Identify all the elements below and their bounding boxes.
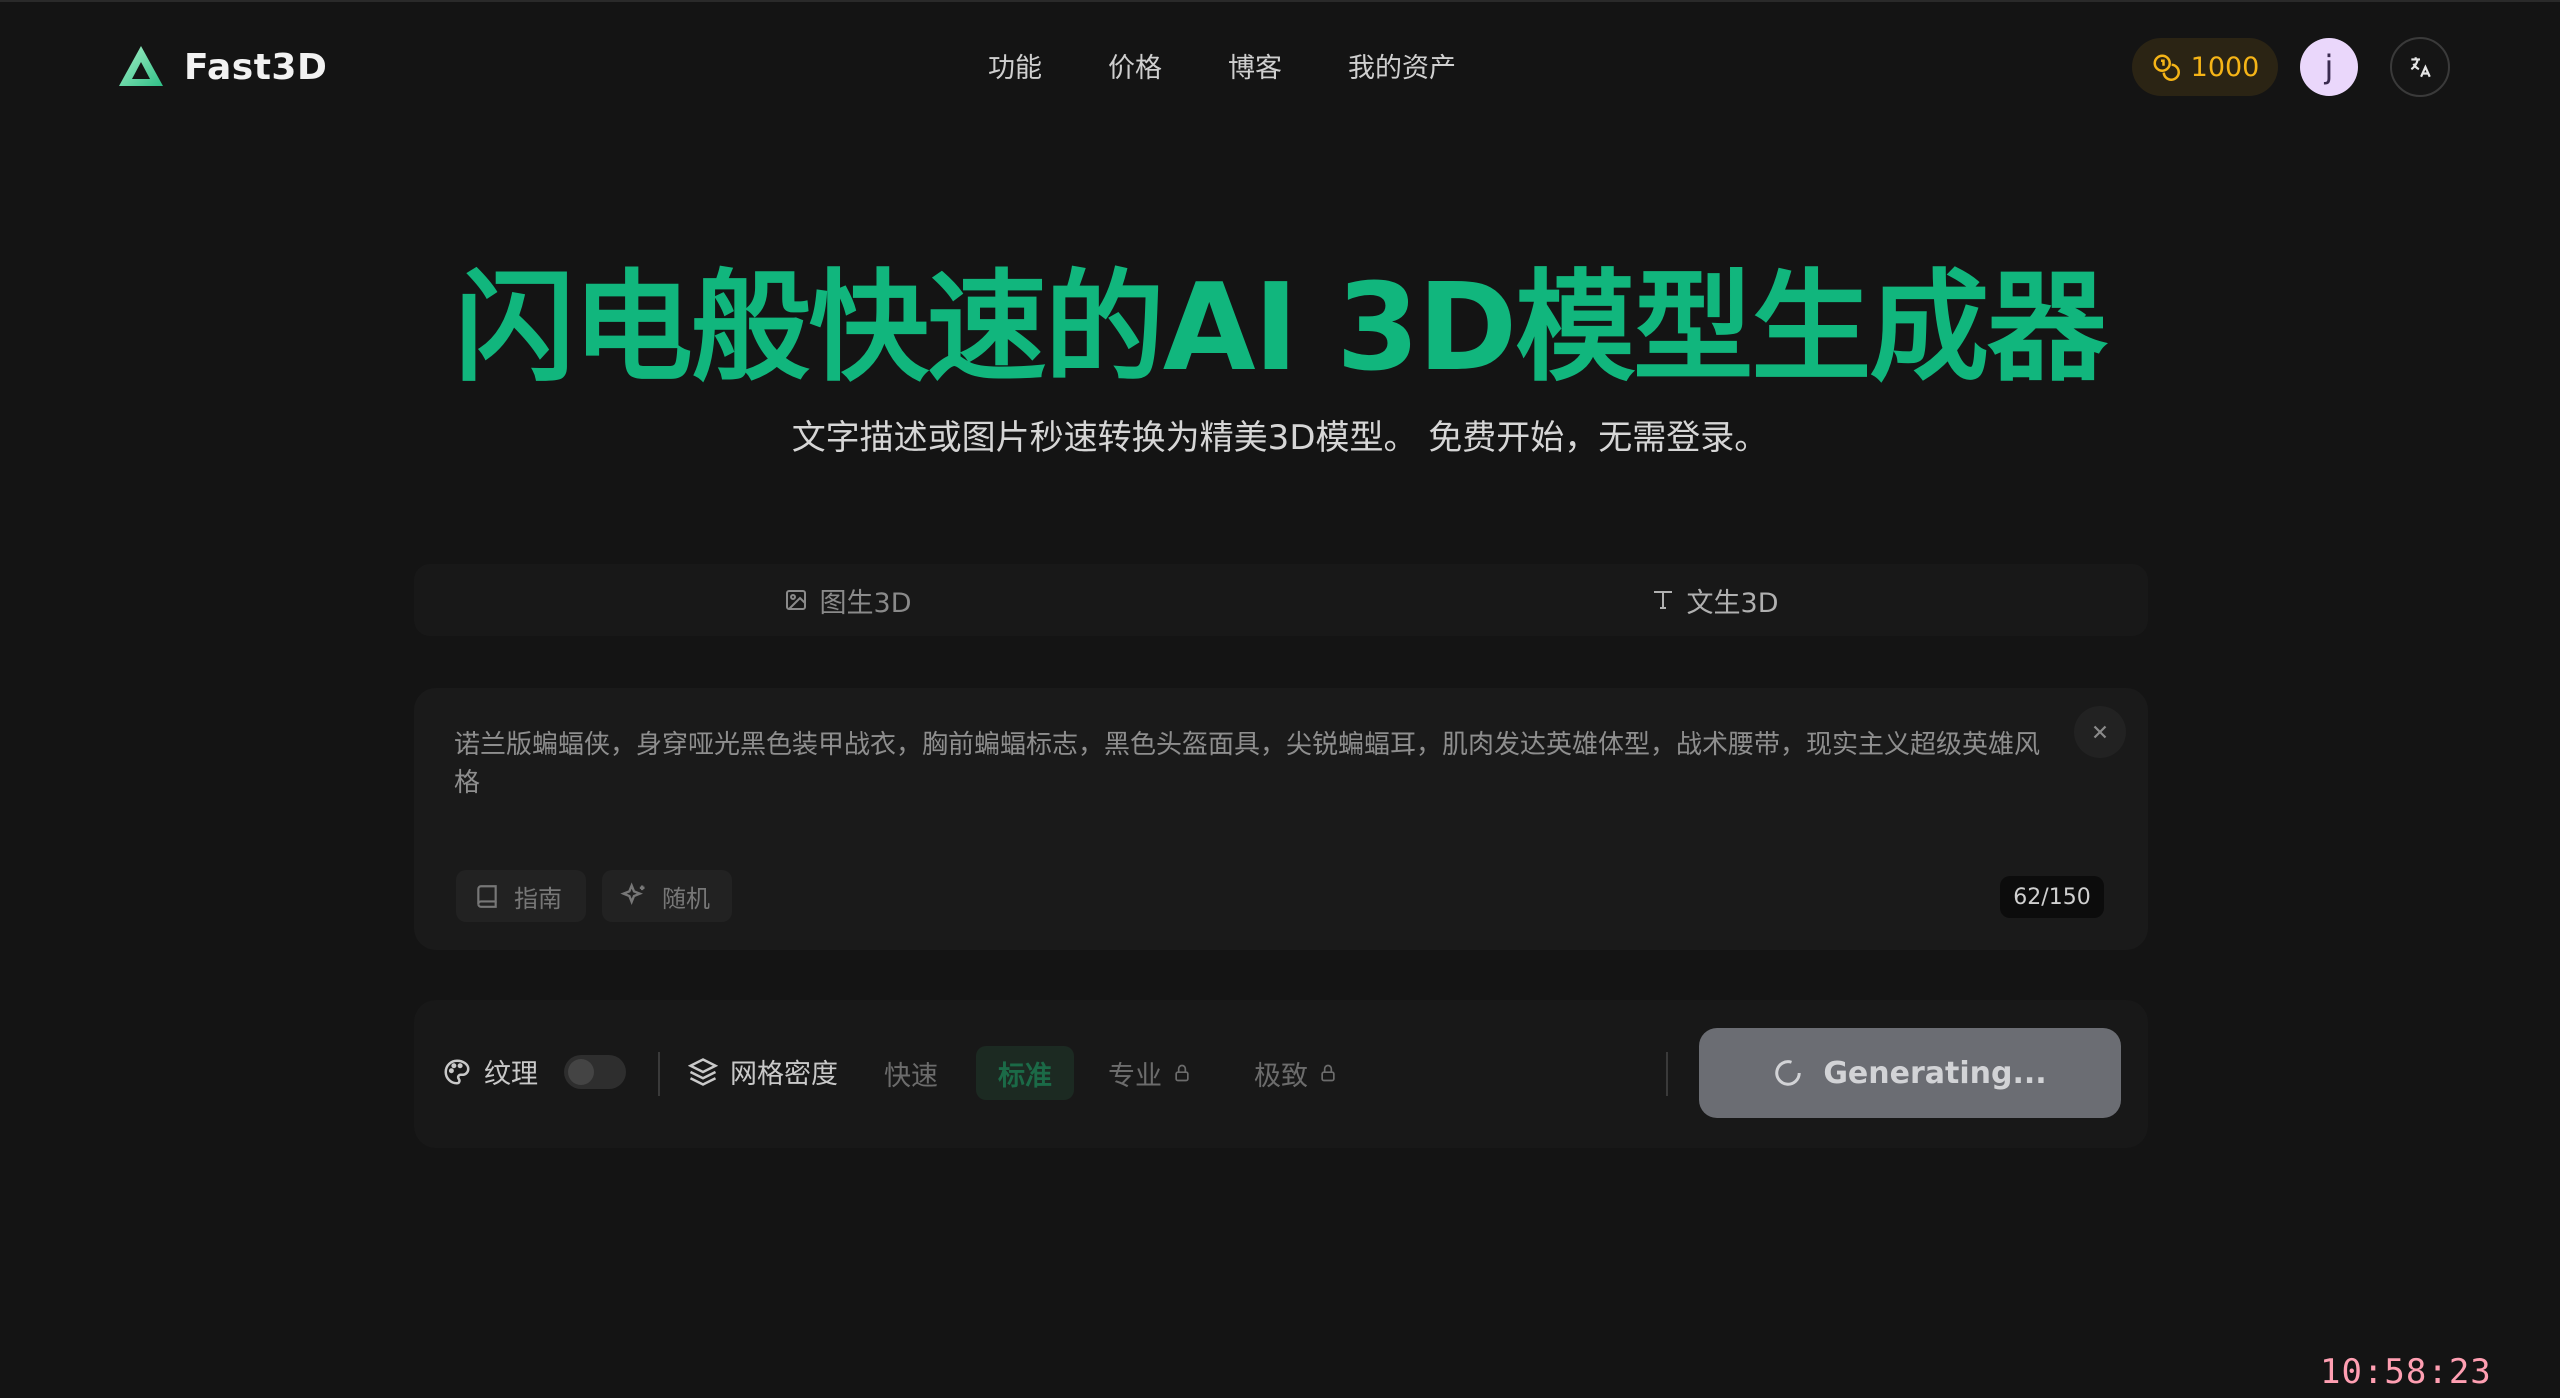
nav-my-assets[interactable]: 我的资产 xyxy=(1348,46,1456,85)
app-name: Fast3D xyxy=(184,46,328,88)
generate-label: Generating... xyxy=(1823,1055,2047,1091)
density-ultra[interactable]: 极致 xyxy=(1254,1046,1338,1100)
generate-button[interactable]: Generating... xyxy=(1699,1028,2121,1118)
page-subtitle: 文字描述或图片秒速转换为精美3D模型。 免费开始，无需登录。 xyxy=(791,418,1769,458)
page-title: 闪电般快速的AI 3D模型生成器 xyxy=(454,259,2107,398)
nav-pricing[interactable]: 价格 xyxy=(1108,46,1162,85)
clear-prompt-button[interactable] xyxy=(2074,706,2126,758)
close-icon xyxy=(2093,725,2107,739)
density-fast[interactable]: 快速 xyxy=(884,1046,938,1100)
generation-options: 纹理 网格密度 快速 标准 专业 极致 Generating... xyxy=(414,1000,2148,1148)
guide-button[interactable]: 指南 xyxy=(456,870,586,922)
text-icon xyxy=(1653,591,1672,609)
language-button[interactable] xyxy=(2390,37,2450,97)
texture-option: 纹理 xyxy=(442,1052,626,1091)
mesh-density-option: 网格密度 xyxy=(688,1052,838,1091)
layers-icon xyxy=(688,1057,718,1086)
density-pro-label: 专业 xyxy=(1108,1060,1162,1092)
credits-badge[interactable]: 1000 xyxy=(2132,38,2278,96)
density-standard[interactable]: 标准 xyxy=(976,1046,1074,1100)
prompt-textarea[interactable]: 诺兰版蝙蝠侠，身穿哑光黑色装甲战衣，胸前蝙蝠标志，黑色头盔面具，尖锐蝙蝠耳，肌肉… xyxy=(454,726,2054,802)
mesh-label: 网格密度 xyxy=(730,1059,838,1090)
nav-features[interactable]: 功能 xyxy=(988,46,1042,85)
main-nav: 功能 价格 博客 我的资产 xyxy=(988,46,1456,85)
texture-toggle[interactable] xyxy=(564,1054,626,1089)
spinner-icon xyxy=(1775,1060,1802,1086)
book-icon xyxy=(477,885,497,908)
char-counter: 62/150 xyxy=(2000,876,2104,918)
clock-overlay: 10:58:23 xyxy=(2320,1352,2492,1392)
density-ultra-label: 极致 xyxy=(1254,1060,1308,1092)
prompt-card: 诺兰版蝙蝠侠，身穿哑光黑色装甲战衣，胸前蝙蝠标志，黑色头盔面具，尖锐蝙蝠耳，肌肉… xyxy=(414,688,2148,950)
avatar[interactable]: j xyxy=(2300,38,2358,96)
image-icon xyxy=(785,590,806,610)
nav-blog[interactable]: 博客 xyxy=(1228,46,1282,85)
lock-icon xyxy=(1175,1064,1189,1082)
logo[interactable]: Fast3D xyxy=(116,42,327,92)
tab-label: 图生3D xyxy=(819,587,912,619)
random-button[interactable]: 随机 xyxy=(602,870,732,922)
tab-label: 文生3D xyxy=(1686,587,1779,619)
divider xyxy=(1666,1052,1668,1096)
translate-icon xyxy=(2410,57,2431,78)
texture-label: 纹理 xyxy=(484,1059,538,1090)
logo-icon xyxy=(119,46,163,86)
coins-icon xyxy=(2153,54,2180,81)
random-label: 随机 xyxy=(662,884,710,913)
palette-icon xyxy=(444,1058,470,1085)
tab-image-to-3d[interactable]: 图生3D xyxy=(414,564,1281,636)
divider xyxy=(658,1052,660,1096)
tab-text-to-3d[interactable]: 文生3D xyxy=(1281,564,2148,636)
sparkles-icon xyxy=(620,882,645,905)
credits-count: 1000 xyxy=(2190,51,2260,83)
mode-tabs: 图生3D 文生3D xyxy=(414,564,2148,636)
header: Fast3D 功能 价格 博客 我的资产 1000 j xyxy=(0,0,2560,130)
lock-icon xyxy=(1321,1064,1335,1082)
density-pro[interactable]: 专业 xyxy=(1108,1046,1192,1100)
guide-label: 指南 xyxy=(514,884,562,913)
